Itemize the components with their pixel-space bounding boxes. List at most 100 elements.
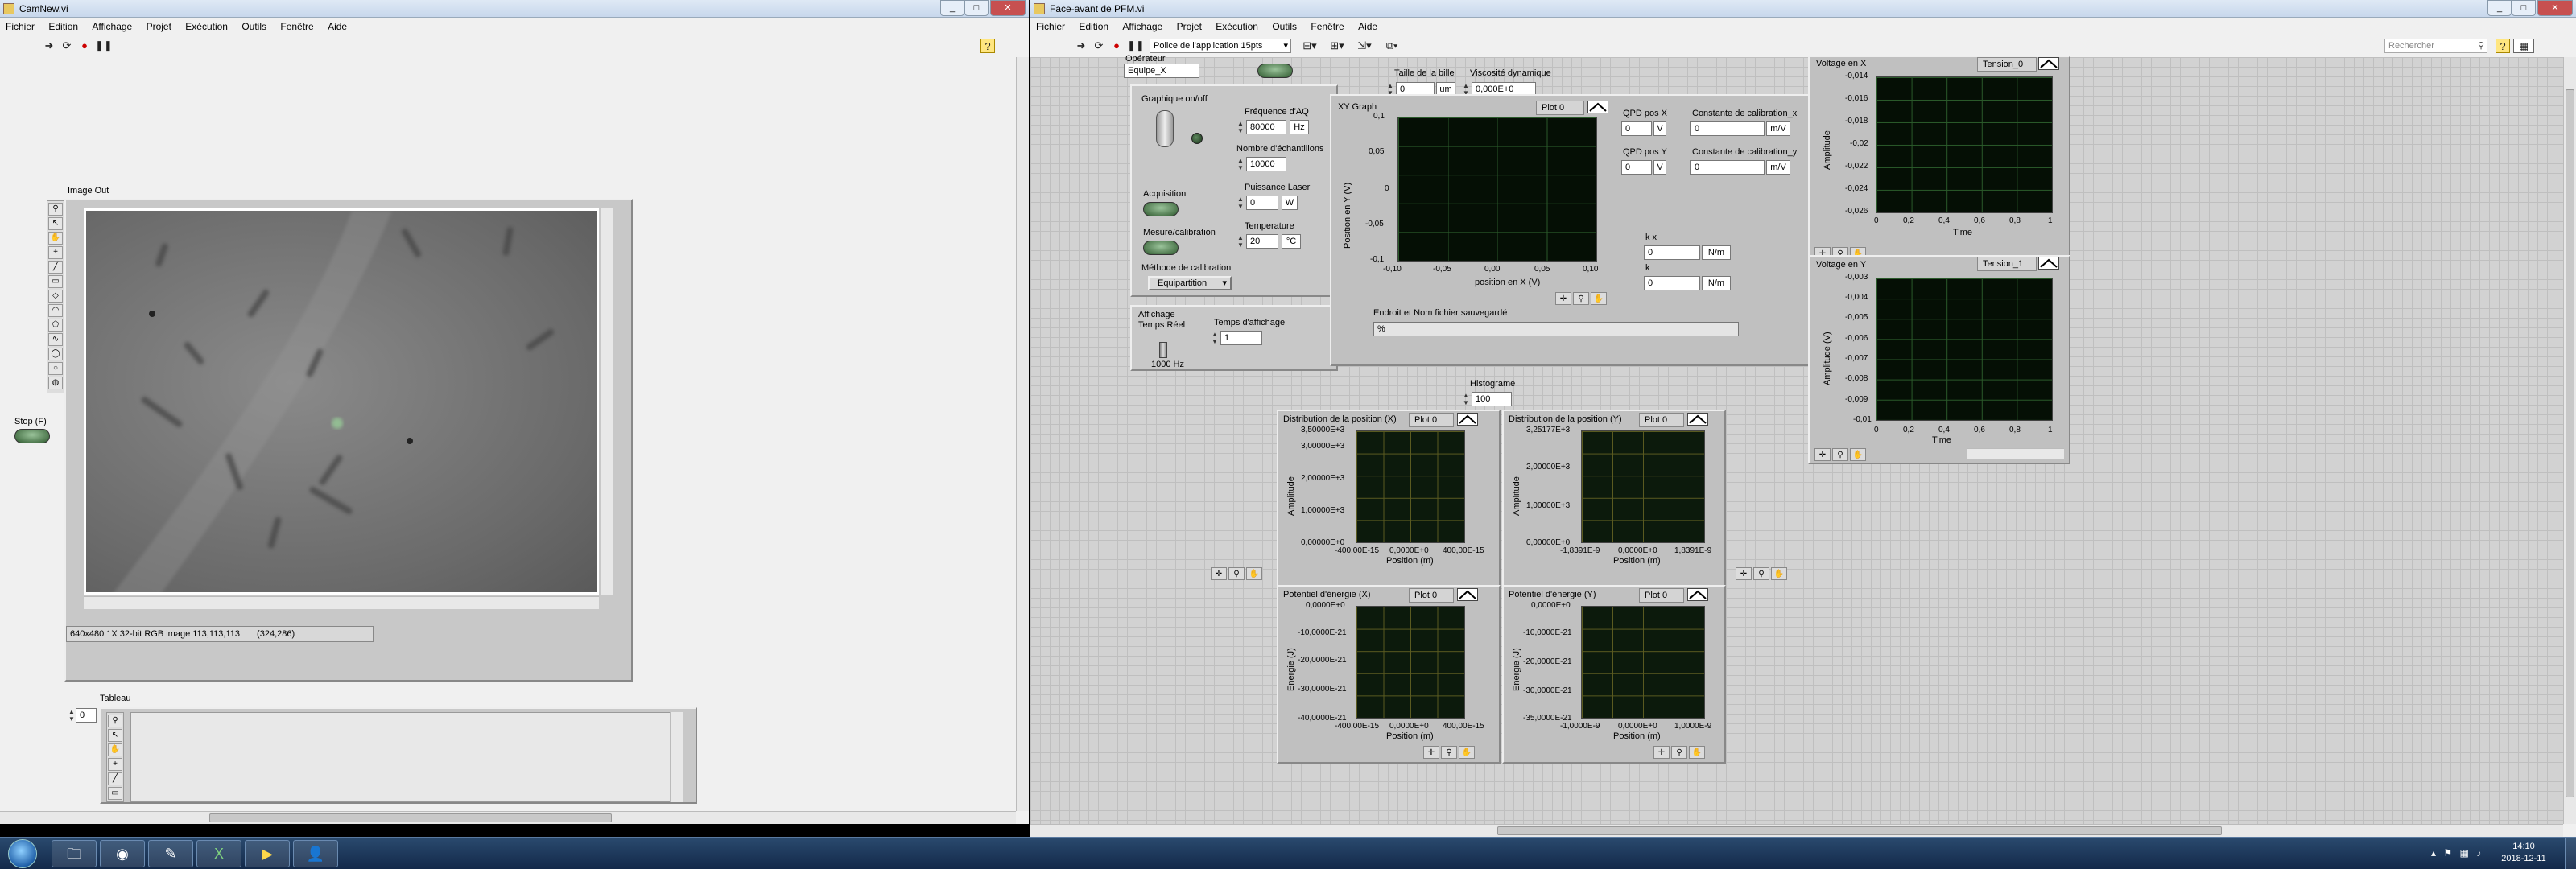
menu-execution[interactable]: Exécution [1210, 18, 1264, 35]
zoom-tool-icon[interactable]: ⚲ [108, 715, 122, 727]
zoom-icon[interactable]: ⚲ [1753, 567, 1769, 580]
maximize-button[interactable]: □ [964, 0, 989, 16]
menu-fenetre[interactable]: Fenêtre [275, 18, 319, 35]
help-icon[interactable]: ? [2496, 39, 2510, 53]
rotated-rect-tool-icon[interactable]: ◇ [48, 290, 63, 303]
pan-hand-icon[interactable]: ✋ [1459, 746, 1475, 759]
voltage-y-legend[interactable]: Tension_1 [1977, 257, 2037, 271]
menu-affichage[interactable]: Affichage [1117, 18, 1168, 35]
close-button[interactable]: ✕ [990, 0, 1026, 16]
dist-y-plot-area[interactable] [1581, 430, 1705, 543]
reorder-icon[interactable]: ⧉▾ [1380, 39, 1404, 53]
pan-hand-icon[interactable]: ✋ [1771, 567, 1787, 580]
close-button[interactable]: ✕ [2537, 0, 2573, 16]
pan-hand-icon[interactable]: ✋ [1689, 746, 1705, 759]
maximize-button[interactable]: □ [2512, 0, 2536, 16]
chrome-taskbar-icon[interactable]: ◉ [100, 840, 145, 867]
search-input[interactable]: Rechercher ⚲ [2384, 39, 2487, 53]
cursor-move-icon[interactable]: ✛ [1211, 567, 1227, 580]
title-bar[interactable]: CamNew.vi _ □ ✕ [0, 0, 1029, 18]
histo-increment[interactable]: ▲ ▼ [1462, 392, 1470, 406]
zoom-icon[interactable]: ⚲ [1573, 292, 1589, 305]
pan-hand-icon[interactable]: ✋ [1246, 567, 1262, 580]
graph-onoff-switch[interactable] [1156, 110, 1174, 147]
nb-increment[interactable]: ▲ ▼ [1236, 157, 1245, 171]
font-select[interactable]: Police de l'application 15pts ▾ [1150, 39, 1291, 53]
pot-x-plot-area[interactable] [1356, 606, 1465, 719]
abort-icon[interactable]: ● [77, 39, 92, 53]
run-continuous-icon[interactable]: ⟳ [1092, 39, 1106, 53]
point-tool-icon[interactable]: + [108, 758, 122, 771]
plot-style-icon[interactable] [1457, 413, 1478, 426]
freq-field[interactable]: 80000 [1246, 120, 1286, 134]
methode-select[interactable]: Equipartition ▾ [1148, 276, 1232, 290]
menu-outils[interactable]: Outils [1266, 18, 1302, 35]
panel-horizontal-scrollbar[interactable] [1030, 824, 2563, 837]
point-tool-icon[interactable]: + [48, 246, 63, 259]
image-vertical-scrollbar[interactable] [601, 208, 613, 595]
voltage-y-plot-area[interactable] [1876, 278, 2053, 421]
stop-button[interactable] [14, 429, 50, 443]
minimize-button[interactable]: _ [940, 0, 964, 16]
align-icon[interactable]: ⊟▾ [1298, 39, 1322, 53]
image-window[interactable] [84, 208, 599, 595]
scroll-thumb[interactable] [2566, 89, 2574, 797]
zoom-icon[interactable]: ⚲ [1832, 448, 1848, 461]
rectangle-tool-icon[interactable]: ▭ [48, 275, 63, 288]
rectangle-tool-icon[interactable]: ▭ [108, 787, 122, 800]
pot-y-plot-area[interactable] [1581, 606, 1705, 719]
start-button[interactable] [8, 839, 37, 868]
cursor-move-icon[interactable]: ✛ [1423, 746, 1439, 759]
menu-projet[interactable]: Projet [1171, 18, 1208, 35]
tray-arrow-icon[interactable]: ▴ [2431, 847, 2436, 859]
xy-plot-area[interactable] [1397, 117, 1597, 262]
pause-icon[interactable]: ❚❚ [1127, 39, 1145, 53]
title-bar[interactable]: Face-avant de PFM.vi _ □ ✕ [1030, 0, 2576, 18]
excel-taskbar-icon[interactable]: X [196, 840, 242, 867]
tableau-index-increment[interactable]: ▲ ▼ [68, 708, 76, 723]
zoom-icon[interactable]: ⚲ [1441, 746, 1457, 759]
scroll-thumb[interactable] [209, 813, 612, 822]
temp-increment[interactable]: ▲ ▼ [1236, 234, 1245, 249]
line-tool-icon[interactable]: ╱ [48, 261, 63, 274]
pan-tool-icon[interactable]: ✋ [48, 232, 63, 245]
pan-tool-icon[interactable]: ✋ [108, 743, 122, 756]
menu-execution[interactable]: Exécution [180, 18, 233, 35]
notepad-taskbar-icon[interactable]: ✎ [148, 840, 193, 867]
line-tool-icon[interactable]: ╱ [108, 772, 122, 785]
plot-style-icon[interactable] [1687, 588, 1708, 601]
image-horizontal-scrollbar[interactable] [84, 596, 599, 609]
temps-aff-field[interactable]: 1 [1220, 331, 1262, 345]
scroll-thumb[interactable] [1497, 826, 2222, 835]
abort-icon[interactable]: ● [1109, 39, 1124, 53]
minimize-button[interactable]: _ [2487, 0, 2512, 16]
zoom-tool-icon[interactable]: ⚲ [48, 203, 63, 216]
cursor-move-icon[interactable]: ✛ [1653, 746, 1670, 759]
dist-y-legend[interactable]: Plot 0 [1639, 413, 1684, 427]
plot-style-icon[interactable] [2038, 57, 2059, 70]
mesure-button[interactable] [1143, 241, 1179, 255]
run-continuous-icon[interactable]: ⟳ [60, 39, 74, 53]
plot-style-icon[interactable] [1587, 101, 1608, 113]
pointer-tool-icon[interactable]: ↖ [48, 217, 63, 230]
panel-vertical-scrollbar[interactable] [2563, 57, 2576, 824]
tableau-array[interactable]: ⚲ ↖ ✋ + ╱ ▭ [100, 707, 697, 804]
annulus-tool-icon[interactable]: ◠ [48, 304, 63, 317]
polygon-tool-icon[interactable]: ⬠ [48, 319, 63, 332]
explorer-taskbar-icon[interactable]: 🗀 [52, 840, 97, 867]
circle-tool-icon[interactable]: ○ [48, 362, 63, 375]
voltage-x-plot-area[interactable] [1876, 76, 2053, 213]
pot-x-legend[interactable]: Plot 0 [1409, 588, 1454, 603]
laser-increment[interactable]: ▲ ▼ [1236, 196, 1245, 210]
menu-projet[interactable]: Projet [141, 18, 177, 35]
voltage-x-legend[interactable]: Tension_0 [1977, 57, 2037, 72]
tableau-scrollbar[interactable] [670, 712, 683, 802]
panel-vertical-scrollbar[interactable] [1016, 57, 1029, 811]
dist-x-legend[interactable]: Plot 0 [1409, 413, 1454, 427]
menu-outils[interactable]: Outils [236, 18, 272, 35]
panel-horizontal-scrollbar[interactable] [0, 811, 1016, 824]
user-taskbar-icon[interactable]: 👤 [293, 840, 338, 867]
oval-tool-icon[interactable]: ◯ [48, 348, 63, 360]
nb-field[interactable]: 10000 [1246, 157, 1286, 171]
pan-hand-icon[interactable]: ✋ [1850, 448, 1866, 461]
